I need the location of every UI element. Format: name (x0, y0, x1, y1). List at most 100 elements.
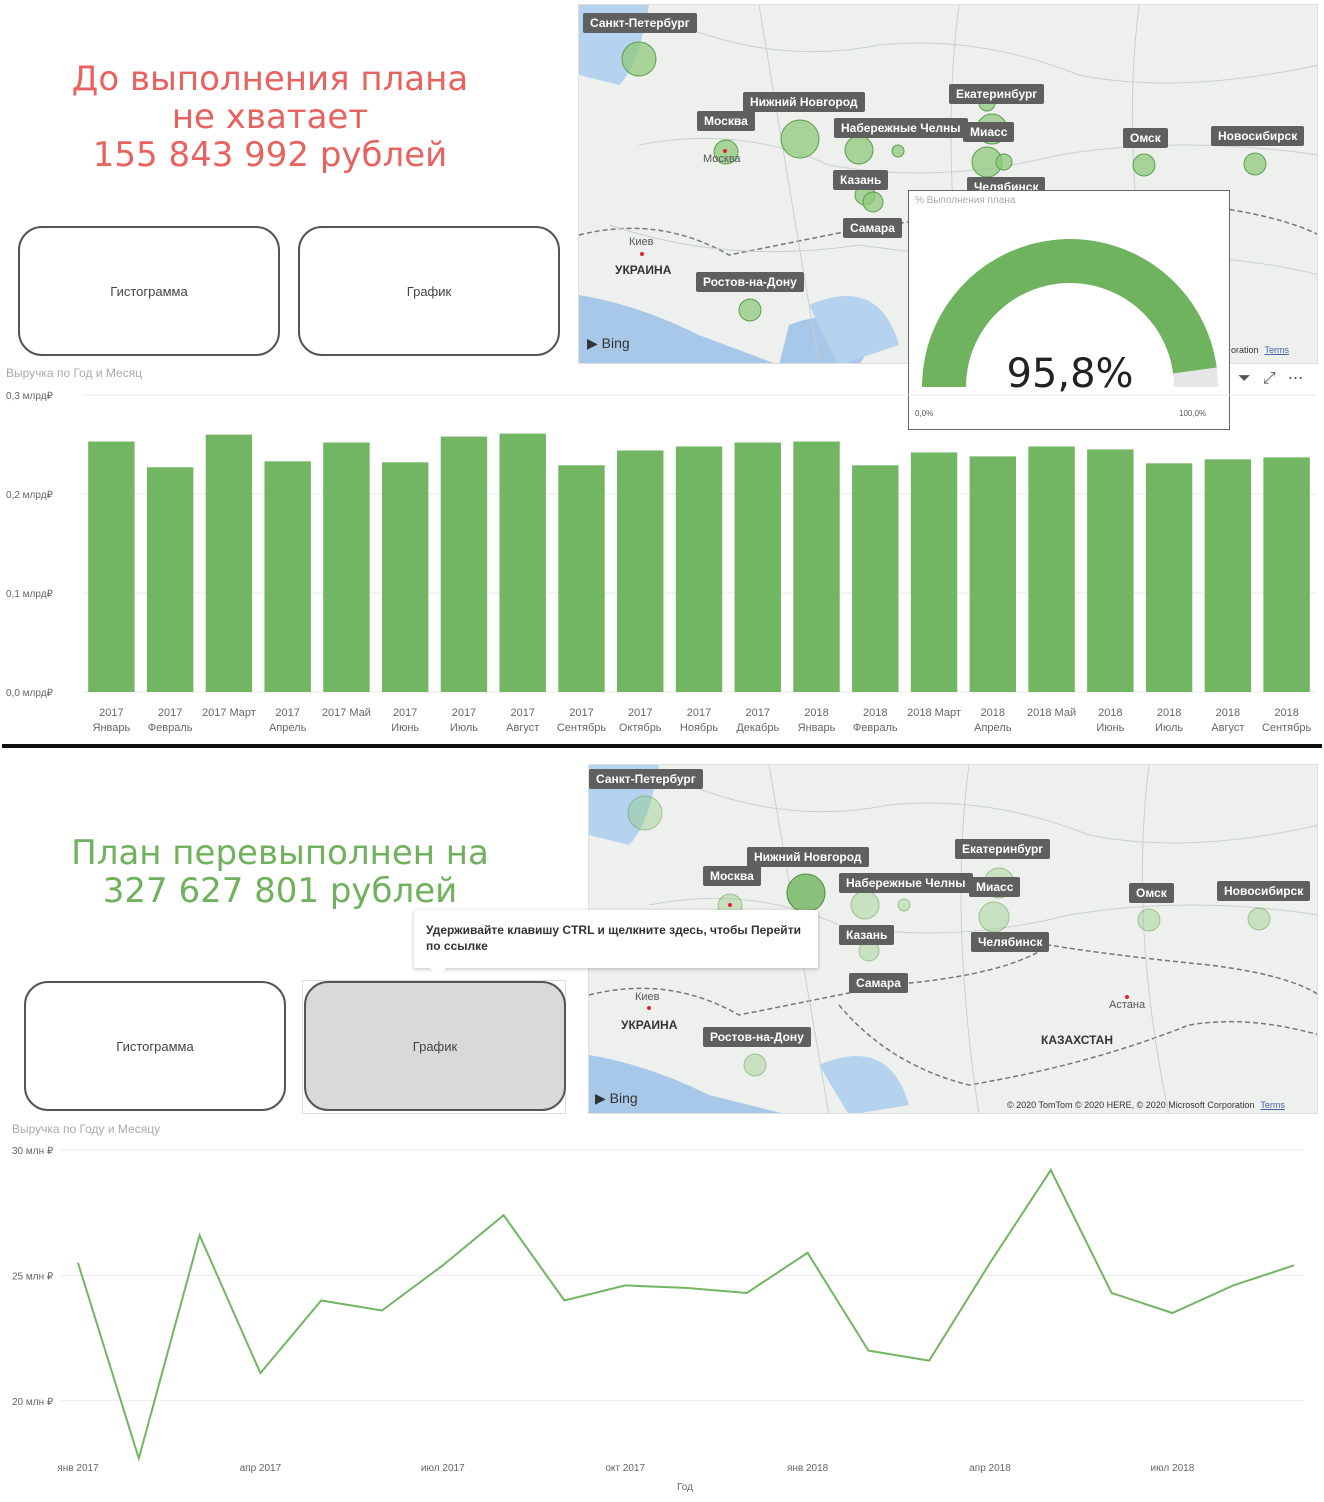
bar[interactable] (88, 441, 135, 692)
bar[interactable] (558, 465, 605, 692)
y-tick-label: 30 млн ₽ (12, 1146, 54, 1157)
x-tick-label: 2017 (158, 707, 182, 719)
bar[interactable] (323, 442, 370, 692)
bing-icon: ▶ (595, 1090, 606, 1106)
bar[interactable] (617, 450, 664, 692)
city-label[interactable]: Челябинск (971, 932, 1050, 952)
terms-link[interactable]: Terms (1260, 1100, 1285, 1110)
city-label[interactable]: Санкт-Петербург (589, 769, 703, 789)
map-copyright: © 2020 TomTom © 2020 HERE, © 2020 Micros… (1007, 1100, 1285, 1110)
city-label[interactable]: Миасс (969, 877, 1021, 897)
bar[interactable] (734, 442, 781, 692)
place-label: Москва (703, 153, 741, 165)
x-tick-label: 2018 Май (1027, 707, 1076, 719)
city-label[interactable]: Новосибирск (1211, 126, 1305, 146)
place-label: Астана (1109, 999, 1146, 1011)
bar-chart-title: Выручка по Год и Месяц (6, 366, 143, 380)
city-label[interactable]: Самара (849, 973, 908, 993)
country-label: КАЗАХСТАН (1041, 1033, 1113, 1047)
y-tick-label: 20 млн ₽ (12, 1397, 54, 1408)
x-tick-label: 2017 (687, 707, 711, 719)
bar[interactable] (264, 461, 311, 692)
city-label[interactable]: Набережные Челны (839, 873, 973, 893)
bar[interactable] (381, 462, 429, 692)
bar[interactable] (852, 465, 899, 692)
city-label[interactable]: Челябинск (967, 177, 1046, 191)
x-tick-label: 2018 (1274, 707, 1298, 719)
map-copyright: oration Terms (1231, 345, 1290, 355)
x-tick-label: окт 2017 (605, 1463, 645, 1474)
x-tick-label: 2017 Май (322, 707, 371, 719)
city-label[interactable]: Санкт-Петербург (583, 13, 697, 33)
y-tick-label: 0,3 млрд₽ (6, 391, 54, 402)
bar[interactable] (969, 456, 1017, 692)
bar[interactable] (205, 434, 253, 692)
city-label[interactable]: Казань (839, 925, 895, 945)
city-label[interactable]: Омск (1123, 128, 1168, 148)
city-label[interactable]: Москва (703, 866, 761, 886)
city-label[interactable]: Нижний Новгород (743, 92, 865, 112)
bar[interactable] (1263, 457, 1310, 692)
x-tick-label: 2018 Март (907, 707, 961, 719)
city-label[interactable]: Самара (843, 218, 902, 238)
x-tick-label: 2018 (981, 707, 1005, 719)
revenue-bar-chart[interactable]: 0,0 млрд₽ 0,1 млрд₽ 0,2 млрд₽ 0,3 млрд₽ 2017… (0, 380, 1324, 740)
histogram-button[interactable]: Гистограмма (24, 981, 286, 1111)
city-label[interactable]: Новосибирск (1217, 881, 1311, 901)
x-tick-label: Сентябрь (557, 722, 607, 734)
x-tick-label: Январь (798, 722, 836, 734)
bar[interactable] (675, 446, 723, 692)
y-tick-label: 0,1 млрд₽ (6, 589, 54, 600)
histogram-button[interactable]: Гистограмма (18, 226, 280, 356)
x-tick-label: апр 2017 (240, 1463, 282, 1474)
bar[interactable] (910, 452, 958, 692)
bar[interactable] (146, 467, 194, 692)
city-label[interactable]: Нижний Новгород (747, 847, 869, 867)
x-tick-label: 2018 (1157, 707, 1181, 719)
x-tick-label: Август (506, 722, 539, 734)
revenue-line[interactable] (77, 1168, 1295, 1463)
city-label[interactable]: Миасс (963, 122, 1015, 142)
x-tick-label: Июнь (1096, 722, 1124, 734)
panel-divider (2, 744, 1322, 748)
chart-button[interactable]: График (304, 981, 566, 1111)
x-tick-label: 2018 (1098, 707, 1122, 719)
city-label[interactable]: Омск (1129, 883, 1174, 903)
city-label[interactable]: Ростов-на-Дону (696, 272, 804, 292)
bar[interactable] (1087, 449, 1134, 692)
x-tick-label: Сентябрь (1262, 722, 1312, 734)
revenue-line-chart[interactable]: 20 млн ₽ 25 млн ₽ 30 млн ₽ янв 2017 апр 2017… (0, 1136, 1324, 1496)
line-chart-title: Выручка по Году и Месяцу (12, 1122, 161, 1136)
country-label: УКРАИНА (621, 1018, 678, 1032)
bar[interactable] (440, 436, 488, 692)
bing-logo: ▶ Bing (595, 1090, 638, 1106)
x-tick-label: Ноябрь (680, 722, 718, 734)
ctrl-click-tooltip: Удерживайте клавишу CTRL и щелкните здес… (414, 910, 818, 976)
place-label: Киев (635, 991, 660, 1003)
city-label[interactable]: Ростов-на-Дону (703, 1027, 811, 1047)
city-label[interactable]: Екатеринбург (949, 84, 1045, 104)
bar[interactable] (1028, 446, 1075, 692)
x-tick-label: 2017 (746, 707, 770, 719)
x-tick-label: Февраль (148, 722, 193, 734)
y-tick-label: 25 млн ₽ (12, 1271, 54, 1282)
bar[interactable] (1145, 463, 1193, 692)
x-tick-label: Апрель (974, 722, 1012, 734)
bar[interactable] (793, 441, 840, 692)
terms-link[interactable]: Terms (1265, 345, 1290, 355)
x-tick-label: 2017 (99, 707, 123, 719)
city-label[interactable]: Екатеринбург (955, 839, 1051, 859)
x-tick-label: июл 2017 (421, 1463, 465, 1474)
top-panel: До выполнения плана не хватает 155 843 9… (0, 0, 1324, 750)
city-label[interactable]: Казань (833, 170, 889, 190)
y-tick-label: 0,2 млрд₽ (6, 490, 54, 501)
city-label[interactable]: Москва (697, 111, 755, 131)
plan-exceeded-headline: План перевыполнен на 327 627 801 рублей (71, 833, 489, 911)
x-tick-label: июл 2018 (1151, 1463, 1195, 1474)
city-label[interactable]: Набережные Челны (834, 118, 968, 138)
chart-button[interactable]: График (298, 226, 560, 356)
bar[interactable] (1204, 459, 1252, 692)
bar[interactable] (499, 433, 546, 692)
country-label: УКРАИНА (615, 263, 672, 277)
x-tick-label: 2017 (275, 707, 299, 719)
